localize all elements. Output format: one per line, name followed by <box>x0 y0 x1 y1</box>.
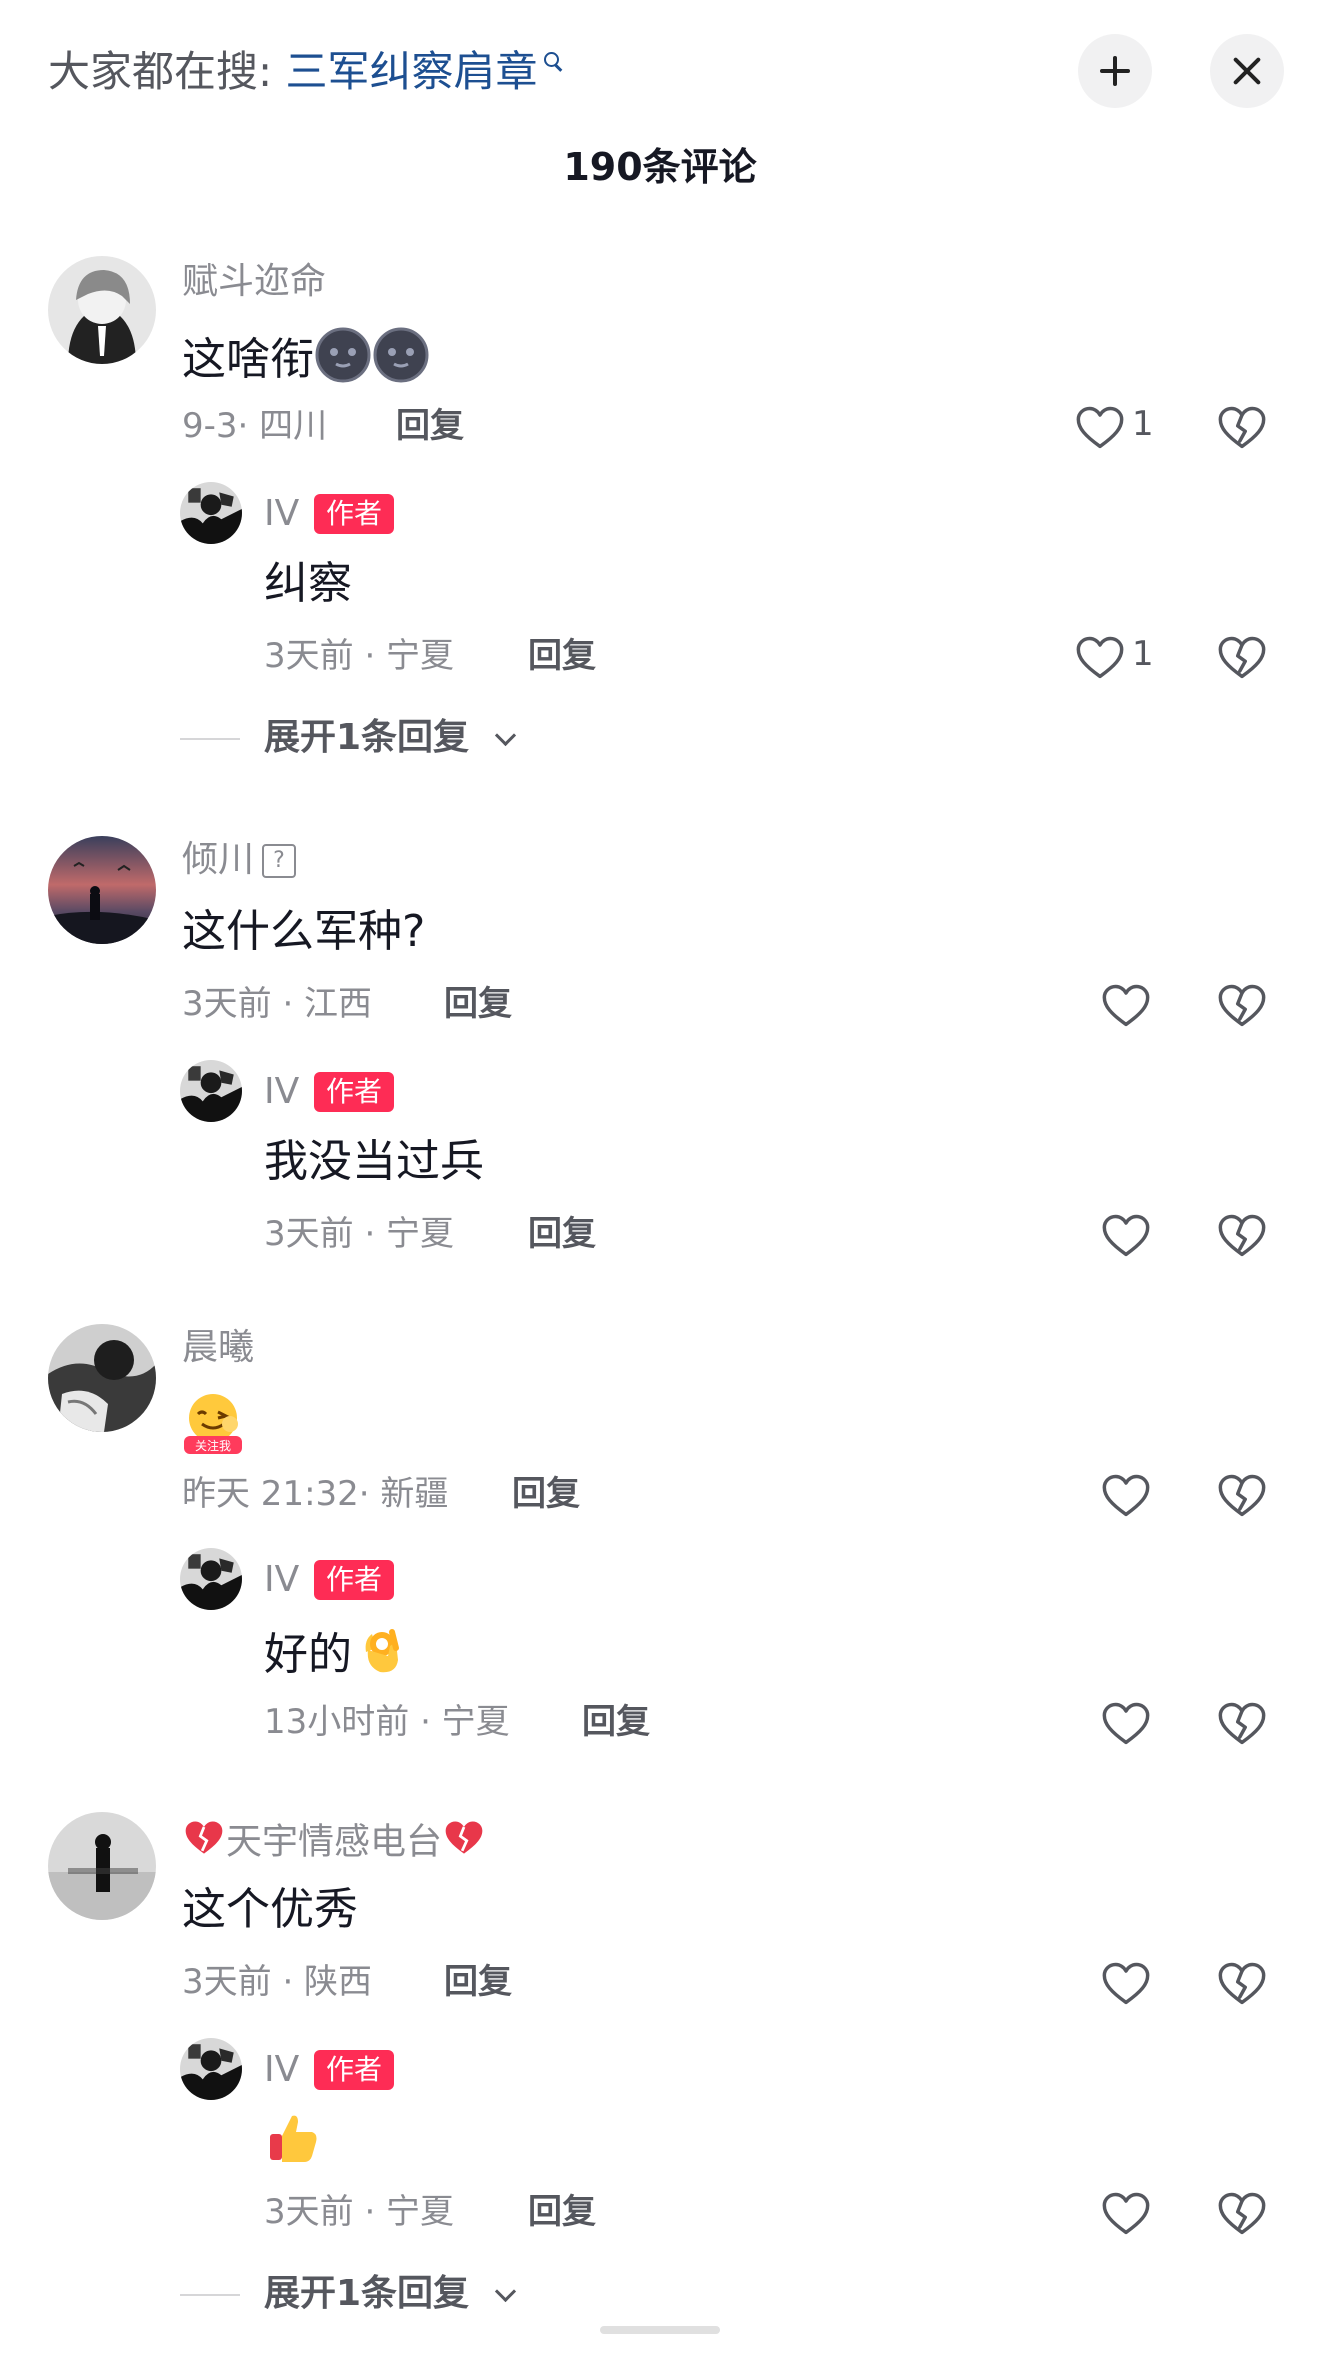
reply-button[interactable]: 回复 <box>528 634 596 678</box>
like-button[interactable]: 1 <box>1074 400 1184 452</box>
avatar[interactable] <box>48 1812 156 1920</box>
reply-text: 纠察 <box>264 558 352 609</box>
sticker-label: 关注我 <box>195 1438 231 1453</box>
comment-meta: 昨天 21:32· 新疆 <box>182 1474 449 1514</box>
heart-icon <box>1074 402 1126 454</box>
reply-button[interactable]: 回复 <box>444 982 512 1026</box>
reply-button[interactable]: 回复 <box>528 1212 596 1256</box>
comment-text: 这啥衔 <box>182 326 430 398</box>
reply-button[interactable]: 回复 <box>582 1700 650 1744</box>
comment-text: 这个优秀 <box>182 1884 358 1935</box>
reply-button[interactable]: 回复 <box>444 1960 512 2004</box>
comment-text-body: 这啥衔 <box>182 334 314 385</box>
heart-icon <box>1100 980 1152 1032</box>
expand-replies-label: 展开1条回复 <box>264 2273 470 2314</box>
avatar[interactable] <box>180 1548 242 1610</box>
divider-line <box>180 738 240 740</box>
reply-text-body: 好的 <box>264 1629 352 1680</box>
reply-username[interactable]: IV <box>264 492 299 536</box>
comment-username[interactable]: 晨曦 <box>182 1326 254 1370</box>
reply-username[interactable]: IV <box>264 1558 299 1602</box>
dark-moon-face-emoji <box>314 326 372 398</box>
reply-button[interactable]: 回复 <box>528 2190 596 2234</box>
author-badge: 作者 <box>314 1560 395 1600</box>
comment-meta: 3天前 · 江西 <box>182 984 373 1024</box>
avatar[interactable] <box>180 2038 242 2100</box>
reply-button[interactable]: 回复 <box>512 1472 580 1516</box>
avatar[interactable] <box>48 1324 156 1432</box>
reply-text: 好的 <box>264 1622 408 1692</box>
follow-me-sticker: 关注我 <box>180 1390 246 1456</box>
reply-text: 我没当过兵 <box>264 1136 484 1187</box>
reply-meta: 3天前 · 宁夏 <box>264 2192 455 2232</box>
heart-icon <box>1074 632 1126 684</box>
author-badge: 作者 <box>314 2050 395 2090</box>
broken-heart-icon[interactable] <box>1216 1698 1268 1750</box>
heart-icon <box>1100 1698 1152 1750</box>
chevron-down-icon <box>494 2280 517 2303</box>
comment-text: 这什么军种? <box>182 906 426 957</box>
author-badge: 作者 <box>314 1072 395 1112</box>
reply-meta: 3天前 · 宁夏 <box>264 636 455 676</box>
broken-heart-emoji <box>182 1816 226 1871</box>
reply-button[interactable]: 回复 <box>396 404 464 448</box>
trending-search-prefix: 大家都在搜: <box>48 47 286 96</box>
dark-moon-face-emoji <box>372 326 430 398</box>
avatar[interactable] <box>180 1060 242 1122</box>
like-button[interactable] <box>1100 1696 1152 1748</box>
broken-heart-icon[interactable] <box>1216 1958 1268 2010</box>
search-icon <box>542 50 564 78</box>
comment-username-text: 倾川 <box>182 839 255 880</box>
author-badge: 作者 <box>314 494 395 534</box>
expand-replies-button[interactable]: 展开1条回复 <box>180 2270 540 2318</box>
help-icon[interactable]: ? <box>262 844 297 878</box>
collapse-button[interactable] <box>1078 34 1152 108</box>
heart-icon <box>1100 1210 1152 1262</box>
trending-search-bar[interactable]: 大家都在搜: 三军纠察肩章 <box>48 44 564 100</box>
heart-icon <box>1100 1958 1152 2010</box>
comment-username[interactable]: 倾川? <box>182 838 297 882</box>
avatar[interactable] <box>180 482 242 544</box>
home-indicator <box>600 2326 720 2334</box>
thumbs-up-emoji <box>264 2108 324 2168</box>
comment-meta: 9-3· 四川 <box>182 406 328 446</box>
broken-heart-icon[interactable] <box>1216 2188 1268 2240</box>
heart-icon <box>1100 1470 1152 1522</box>
divider-line <box>180 2294 240 2296</box>
close-button[interactable] <box>1210 34 1284 108</box>
broken-heart-icon[interactable] <box>1216 980 1268 1032</box>
like-count: 1 <box>1132 634 1154 674</box>
avatar[interactable] <box>48 256 156 364</box>
reply-meta: 3天前 · 宁夏 <box>264 1214 455 1254</box>
comment-username-text: 天宇情感电台 <box>226 1821 443 1863</box>
chevron-down-icon <box>494 724 517 747</box>
like-button[interactable] <box>1100 978 1152 1030</box>
comment-meta: 3天前 · 陕西 <box>182 1962 373 2002</box>
like-button[interactable] <box>1100 1956 1152 2008</box>
expand-replies-label: 展开1条回复 <box>264 717 470 758</box>
broken-heart-icon[interactable] <box>1216 1210 1268 1262</box>
broken-heart-emoji <box>442 1816 486 1871</box>
comment-username[interactable]: 赋斗迩命 <box>182 260 326 304</box>
broken-heart-icon[interactable] <box>1216 402 1268 454</box>
broken-heart-icon[interactable] <box>1216 1470 1268 1522</box>
like-count: 1 <box>1132 404 1154 444</box>
like-button[interactable] <box>1100 2186 1152 2238</box>
expand-replies-button[interactable]: 展开1条回复 <box>180 714 540 762</box>
reply-username[interactable]: IV <box>264 2048 299 2092</box>
avatar[interactable] <box>48 836 156 944</box>
reply-username[interactable]: IV <box>264 1070 299 1114</box>
like-button[interactable] <box>1100 1468 1152 1520</box>
comment-username[interactable]: 天宇情感电台 <box>182 1816 486 1871</box>
heart-icon <box>1100 2188 1152 2240</box>
reply-meta: 13小时前 · 宁夏 <box>264 1702 510 1742</box>
broken-heart-icon[interactable] <box>1216 632 1268 684</box>
trending-search-term[interactable]: 三军纠察肩章 <box>286 47 538 96</box>
ok-hand-emoji <box>352 1622 408 1692</box>
like-button[interactable]: 1 <box>1074 630 1184 682</box>
like-button[interactable] <box>1100 1208 1152 1260</box>
comment-count-title: 190条评论 <box>563 145 757 189</box>
